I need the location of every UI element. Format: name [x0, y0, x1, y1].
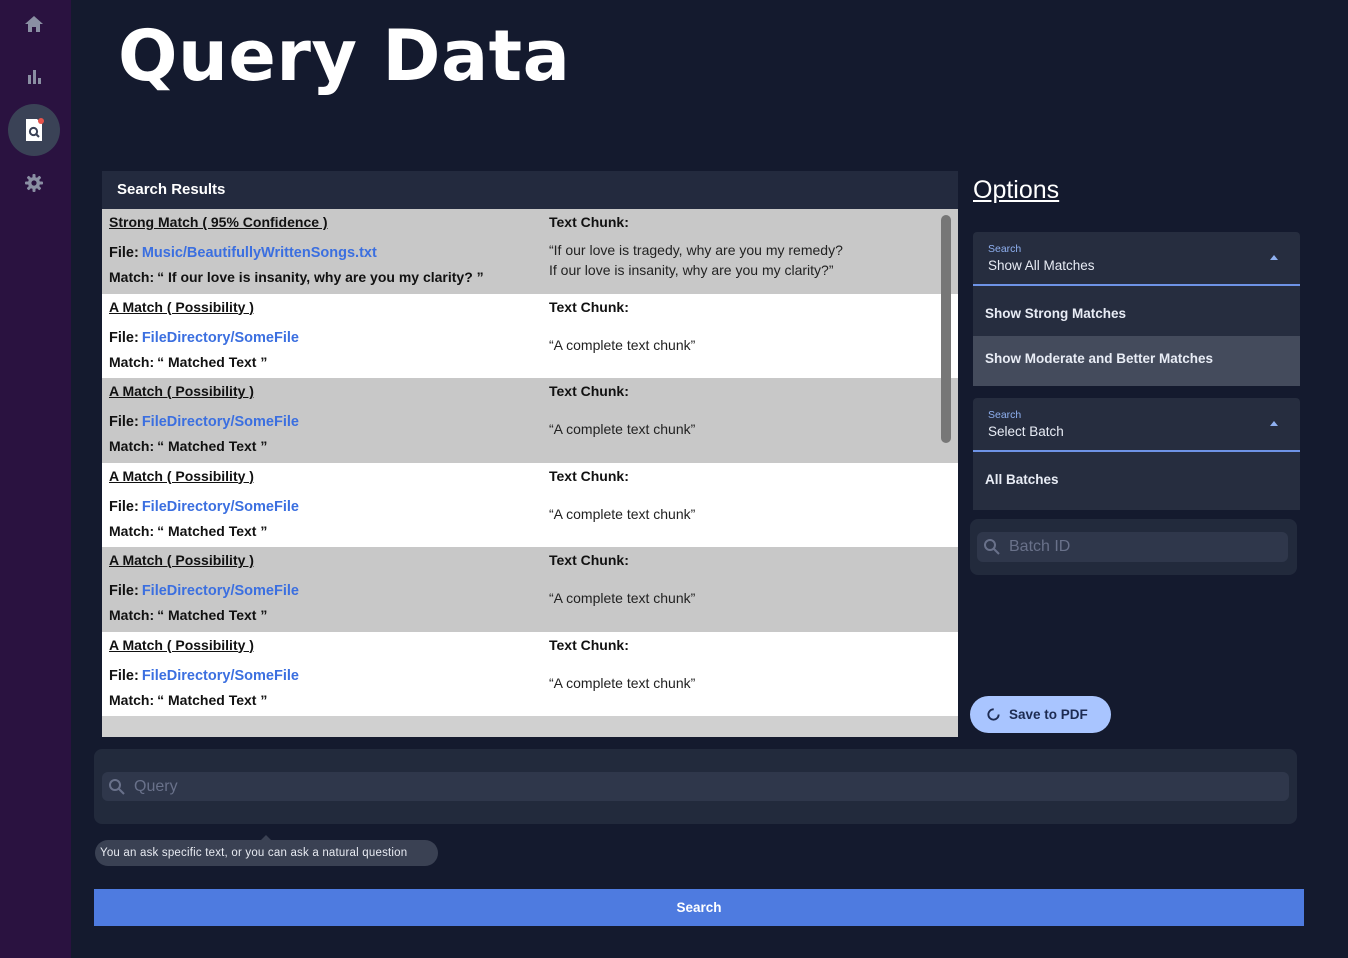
sidebar	[0, 0, 71, 958]
result-title: A Match ( Possibility )	[109, 298, 254, 315]
text-chunk-label: Text Chunk:	[549, 214, 629, 230]
file-label: File:	[109, 245, 139, 261]
match-filter-field[interactable]: Search Show All Matches	[973, 232, 1300, 286]
result-row[interactable]: A Match ( Possibility ) File: FileDirecto…	[102, 631, 958, 716]
text-chunk-label: Text Chunk:	[549, 636, 629, 653]
match-text: “ Matched Text ”	[157, 438, 268, 454]
match-text: “ Matched Text ”	[157, 691, 268, 708]
match-text: “ If our love is insanity, why are you m…	[157, 269, 484, 285]
text-chunk-label: Text Chunk:	[549, 298, 629, 315]
text-chunk: “A complete text chunk”	[549, 336, 696, 353]
match-text: “ Matched Text ”	[157, 607, 268, 623]
text-chunk-label: Text Chunk:	[549, 383, 629, 399]
file-link[interactable]: FileDirectory/SomeFile	[142, 583, 299, 599]
match-text: “ Matched Text ”	[157, 353, 268, 370]
nav-query-button[interactable]	[8, 104, 60, 156]
home-icon	[25, 16, 43, 32]
search-results-panel: Search Results Strong Match ( 95% Confid…	[102, 171, 958, 737]
search-button[interactable]: Search	[94, 889, 1304, 926]
file-link[interactable]: FileDirectory/SomeFile	[142, 330, 299, 346]
query-hint-tooltip: You an ask specific text, or you can ask…	[95, 840, 438, 866]
result-row[interactable]: A Match ( Possibility ) File: FileDirecto…	[102, 293, 958, 378]
match-filter-select[interactable]: Search Show All Matches Show Strong Matc…	[973, 232, 1300, 386]
batch-select-label: Search	[988, 409, 1022, 421]
match-label: Match:	[109, 438, 155, 454]
match-filter-value: Show All Matches	[988, 258, 1095, 273]
gear-icon	[25, 174, 43, 192]
results-scrollbar[interactable]	[941, 215, 951, 443]
result-row[interactable]: Strong Match ( 95% Confidence ) File: Mus…	[102, 209, 958, 294]
result-title: Strong Match ( 95% Confidence )	[109, 214, 328, 230]
search-icon	[109, 778, 125, 795]
match-label: Match:	[109, 269, 155, 285]
search-button-label: Search	[676, 900, 722, 915]
file-label: File:	[109, 329, 139, 346]
batch-id-search: Batch ID	[970, 519, 1297, 575]
result-title: A Match ( Possibility )	[109, 467, 254, 484]
query-input[interactable]: Query	[102, 772, 1289, 801]
save-to-pdf-label: Save to PDF	[1009, 707, 1088, 722]
text-chunk: “A complete text chunk”	[549, 590, 696, 606]
file-label: File:	[109, 414, 139, 430]
result-row[interactable]: A Match ( Possibility ) File: FileDirecto…	[102, 378, 958, 463]
search-results-header: Search Results	[102, 171, 958, 209]
text-chunk-label: Text Chunk:	[549, 467, 629, 484]
nav-settings-button[interactable]	[8, 157, 60, 209]
query-search: Query	[94, 749, 1297, 824]
batch-id-input[interactable]: Batch ID	[977, 532, 1288, 562]
match-filter-label: Search	[988, 243, 1022, 255]
caret-up-icon	[1270, 421, 1278, 426]
file-label: File:	[109, 498, 139, 515]
match-label: Match:	[109, 353, 155, 370]
file-link[interactable]: FileDirectory/SomeFile	[142, 668, 299, 684]
file-label: File:	[109, 583, 139, 599]
match-label: Match:	[109, 522, 155, 539]
result-title: A Match ( Possibility )	[109, 383, 254, 399]
result-title: A Match ( Possibility )	[109, 552, 254, 568]
file-link[interactable]: Music/BeautifullyWrittenSongs.txt	[142, 245, 377, 261]
match-label: Match:	[109, 607, 155, 623]
bar-chart-icon	[28, 70, 41, 84]
nav-home-button[interactable]	[8, 0, 60, 50]
text-chunk: “A complete text chunk”	[549, 674, 696, 691]
batch-select-field[interactable]: Search Select Batch	[973, 398, 1300, 452]
file-label: File:	[109, 667, 139, 684]
document-search-icon	[26, 118, 44, 141]
match-text: “ Matched Text ”	[157, 522, 268, 539]
page-title: Query Data	[118, 15, 571, 97]
text-chunk: “If our love is tragedy, why are you my …	[549, 242, 843, 278]
text-chunk: “A complete text chunk”	[549, 505, 696, 522]
nav-analytics-button[interactable]	[8, 51, 60, 103]
file-link[interactable]: FileDirectory/SomeFile	[142, 414, 299, 430]
result-title: A Match ( Possibility )	[109, 636, 254, 653]
option-strong-matches[interactable]: Show Strong Matches	[973, 291, 1300, 336]
file-link[interactable]: FileDirectory/SomeFile	[142, 499, 299, 515]
text-chunk: “A complete text chunk”	[549, 421, 696, 437]
option-all-batches[interactable]: All Batches	[973, 457, 1300, 502]
batch-select[interactable]: Search Select Batch All Batches	[973, 398, 1300, 510]
loading-spinner-icon	[987, 708, 1000, 721]
text-chunk-label: Text Chunk:	[549, 552, 629, 568]
caret-up-icon	[1270, 255, 1278, 260]
options-title: Options	[973, 176, 1060, 204]
batch-select-value: Select Batch	[988, 424, 1064, 439]
search-icon	[984, 539, 1000, 555]
result-row[interactable]: A Match ( Possibility ) File: FileDirecto…	[102, 547, 958, 632]
query-placeholder: Query	[134, 777, 178, 795]
result-row[interactable]: A Match ( Possibility ) File: FileDirecto…	[102, 462, 958, 547]
batch-id-placeholder: Batch ID	[1009, 538, 1071, 555]
match-label: Match:	[109, 691, 155, 708]
option-moderate-matches[interactable]: Show Moderate and Better Matches	[973, 336, 1300, 381]
save-to-pdf-button[interactable]: Save to PDF	[970, 696, 1111, 733]
